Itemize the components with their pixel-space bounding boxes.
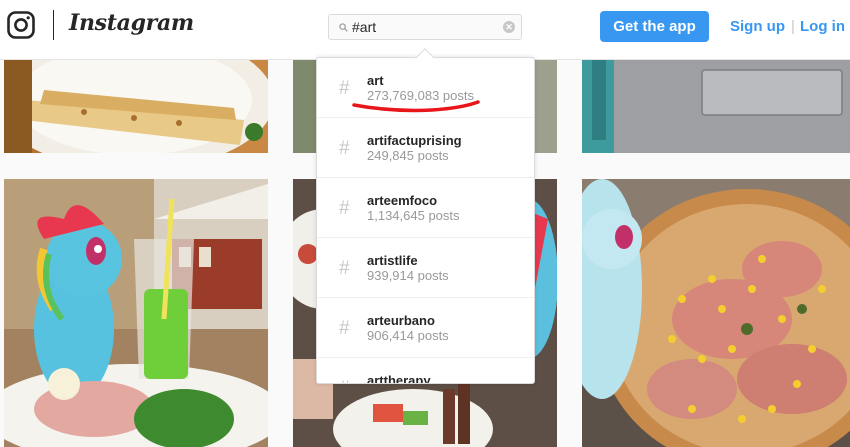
hashtag-icon: #	[339, 378, 350, 383]
instagram-camera-icon[interactable]	[7, 11, 35, 39]
result-post-count: 1,134,645 posts	[367, 208, 460, 223]
search-result-item[interactable]: # arteemfoco 1,134,645 posts	[317, 178, 534, 238]
hashtag-icon: #	[339, 318, 350, 339]
result-tag-name: arteurbano	[367, 313, 435, 328]
search-result-item[interactable]: # artistlife 939,914 posts	[317, 238, 534, 298]
result-tag-name: art	[367, 73, 384, 88]
get-the-app-button[interactable]: Get the app	[600, 11, 709, 42]
search-result-item[interactable]: # artifactuprising 249,845 posts	[317, 118, 534, 178]
result-tag-name: artistlife	[367, 253, 418, 268]
result-post-count: 906,414 posts	[367, 328, 449, 343]
search-result-item[interactable]: # arteurbano 906,414 posts	[317, 298, 534, 358]
clear-search-icon[interactable]: ✕	[503, 21, 515, 33]
hashtag-icon: #	[339, 78, 350, 99]
red-underline-annotation	[352, 100, 480, 113]
pony-juice-photo	[4, 179, 268, 447]
hashtag-icon: #	[339, 198, 350, 219]
logo-divider	[53, 10, 54, 40]
result-post-count: 249,845 posts	[367, 148, 449, 163]
auth-separator: |	[791, 18, 795, 35]
search-result-item[interactable]: # arttherapy	[317, 358, 534, 384]
post-thumbnail-pony-juice[interactable]	[4, 179, 268, 447]
post-thumbnail-laptop[interactable]	[582, 60, 850, 153]
crepe-photo	[4, 60, 268, 153]
instagram-wordmark[interactable]: Instagram	[69, 10, 194, 36]
search-icon	[339, 23, 348, 32]
pizza-photo	[582, 179, 850, 447]
search-box[interactable]: ✕	[328, 14, 522, 40]
search-input[interactable]	[352, 18, 497, 36]
hashtag-icon: #	[339, 138, 350, 159]
hashtag-icon: #	[339, 258, 350, 279]
sign-up-link[interactable]: Sign up	[730, 18, 785, 35]
post-thumbnail-pizza[interactable]	[582, 179, 850, 447]
result-tag-name: arteemfoco	[367, 193, 438, 208]
result-tag-name: artifactuprising	[367, 133, 462, 148]
laptop-photo	[582, 60, 850, 153]
log-in-link[interactable]: Log in	[800, 18, 845, 35]
result-post-count: 939,914 posts	[367, 268, 449, 283]
result-tag-name: arttherapy	[367, 373, 431, 384]
post-thumbnail-crepe[interactable]	[4, 60, 268, 153]
instagram-explore-page: Instagram ✕ Get the app Sign up | Log in	[0, 0, 850, 447]
